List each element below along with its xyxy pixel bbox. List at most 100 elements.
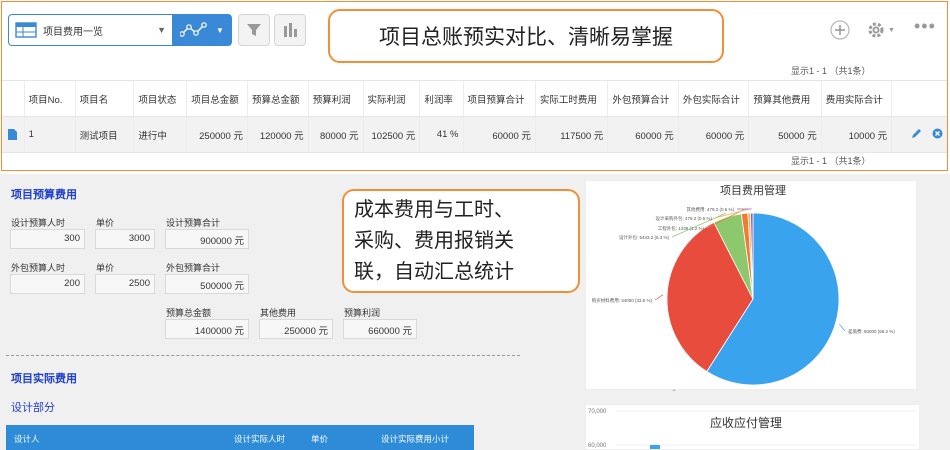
bar-chart-icon	[284, 23, 297, 37]
design-hours-field[interactable]: 300	[10, 229, 85, 249]
table-cell: 80000 元	[307, 117, 363, 152]
design-hours-label: 设计预算人时	[11, 218, 66, 228]
pencil-icon	[912, 128, 921, 138]
outsource-hours-field[interactable]: 200	[10, 274, 85, 294]
column-header[interactable]: 实际工时费用	[534, 81, 607, 116]
budget-section-title: 项目预算费用	[11, 189, 77, 201]
pie-slice-label: 购买材料费用: 34000 (33.5 %)	[592, 297, 653, 304]
outsource-total-field[interactable]: 500000 元	[165, 274, 249, 294]
column-header[interactable]: 项目总金额	[186, 81, 247, 116]
pie-slice-label: 工程外包: 1239 (1.2 %)	[658, 225, 705, 232]
column-header[interactable]: 预算利润	[307, 81, 363, 116]
header-actual-subtotal: 设计实际费用小计	[381, 434, 450, 444]
pie-label-line	[654, 294, 664, 301]
header-cell-actions	[891, 81, 947, 116]
table-cell: 60000 元	[462, 117, 535, 152]
chart-view-toggle[interactable]: ▼	[173, 15, 231, 45]
pager-bottom: 显示1 - 1 （共1条）	[791, 156, 871, 166]
design-price-field[interactable]: 3000	[95, 229, 155, 249]
more-button[interactable]: •••	[914, 16, 936, 37]
bar[interactable]	[650, 445, 660, 450]
header-designer: 设计人	[14, 434, 40, 444]
other-cost-label: 其他费用	[260, 308, 297, 318]
outsource-price-field[interactable]: 2500	[95, 274, 155, 294]
column-header[interactable]: 外包预算合计	[607, 81, 677, 116]
budget-profit-field[interactable]: 660000 元	[343, 319, 417, 339]
y-tick-label: 70,000	[588, 409, 607, 415]
table-cell: 10000 元	[820, 117, 891, 152]
header-actual-hours: 设计实际人时	[234, 434, 286, 444]
filter-icon	[247, 24, 261, 36]
callout-line-3: 联，自动汇总统计	[354, 259, 514, 283]
actual-section-title: 项目实际费用	[11, 373, 77, 385]
design-actual-table-header: 设计人 设计实际人时 单价 设计实际费用小计	[6, 425, 474, 450]
column-header[interactable]: 实际利润	[362, 81, 420, 116]
design-total-field[interactable]: 900000 元	[165, 229, 249, 249]
pie-slice-label: 其他费用: 479.2 (0.5 %)	[686, 206, 734, 213]
statistics-button[interactable]	[274, 14, 306, 46]
column-header[interactable]: 项目预算合计	[462, 81, 535, 116]
y-tick-label: 60,000	[588, 443, 607, 449]
pie-slice-label: 设计外包: 5443.2 (5.3 %)	[619, 234, 670, 241]
view-selector[interactable]: 项目费用一览 ▼ ▼	[8, 14, 232, 46]
table-cell: 41 %	[419, 117, 462, 152]
column-header[interactable]: 费用实际合计	[820, 81, 891, 116]
column-header[interactable]: 预算其他费用	[748, 81, 820, 116]
chevron-down-icon: ▼	[888, 26, 895, 34]
view-dropdown[interactable]: 项目费用一览 ▼	[9, 15, 173, 45]
table-cell: 117500 元	[534, 117, 607, 152]
project-table: 项目No. 项目名 项目状态 项目总金额 预算总金额 预算利润 实际利润 利润率 项目预算合计实…	[2, 80, 947, 153]
settings-button[interactable]: ▼	[866, 20, 895, 40]
table-row[interactable]: 1 测试项目 进行中 250000 元 120000 元 80000 元 102500 元4…	[2, 117, 947, 153]
table-cell: 102500 元	[362, 117, 420, 152]
close-circle-icon	[932, 128, 943, 138]
document-icon	[8, 129, 18, 140]
line-chart-icon	[180, 22, 207, 37]
chevron-down-icon: ▼	[216, 25, 224, 35]
header-price: 单价	[311, 434, 329, 444]
column-header[interactable]: 项目状态	[133, 81, 186, 116]
table-cell: 50000 元	[748, 117, 820, 152]
table-cell: 1	[23, 117, 75, 152]
cost-pie-chart: 项目费用管理差旅费: 60000 (59.2 %) 购买材料费用: 34000 (…	[592, 183, 895, 393]
chevron-down-icon: ▼	[157, 25, 166, 35]
more-dots-icon: •••	[914, 16, 936, 36]
budget-total-label: 预算总金额	[166, 308, 212, 318]
project-list-panel: 项目费用一览 ▼ ▼ 项目总账预实对比、清晰易掌握 ▼ ••• 显示1 - 1 …	[1, 1, 948, 171]
row-actions	[891, 117, 947, 152]
table-cell: 测试项目	[74, 117, 134, 152]
column-header[interactable]: 外包实际合计	[677, 81, 748, 116]
plus-circle-icon	[830, 20, 850, 40]
outsource-total-label: 外包预算合计	[166, 263, 221, 273]
edit-button[interactable]	[911, 128, 922, 142]
table-cell: 60000 元	[677, 117, 748, 152]
callout-line-1: 成本费用与工时、	[354, 197, 514, 221]
callout-ledger-comparison: 项目总账预实对比、清晰易掌握	[328, 9, 724, 63]
budget-profit-label: 预算利润	[344, 308, 381, 318]
table-header-row: 项目No. 项目名 项目状态 项目总金额 预算总金额 预算利润 实际利润 利润率 项目预算合计实…	[2, 81, 947, 117]
gear-icon	[868, 22, 884, 38]
column-header[interactable]: 利润率	[419, 81, 462, 116]
table-cell: 进行中	[133, 117, 186, 152]
cost-pie-panel: 项目费用管理差旅费: 60000 (59.2 %) 购买材料费用: 34000 (…	[585, 180, 917, 393]
table-cell: 120000 元	[246, 117, 308, 152]
add-button[interactable]	[830, 20, 850, 40]
column-header[interactable]: 项目名	[74, 81, 134, 116]
delete-button[interactable]	[932, 128, 943, 142]
filter-button[interactable]	[238, 14, 270, 46]
column-header[interactable]: 预算总金额	[246, 81, 308, 116]
pie-slice-label: 差旅费: 60000 (59.2 %)	[848, 328, 895, 335]
outsource-hours-label: 外包预算人时	[11, 263, 66, 273]
column-header[interactable]: 项目No.	[23, 81, 75, 116]
design-total-label: 设计预算合计	[166, 218, 221, 228]
header-cell-blank	[2, 81, 24, 116]
row-doc-icon[interactable]	[2, 117, 24, 152]
design-price-label: 单价	[96, 218, 115, 228]
pie-title: 项目费用管理	[720, 183, 786, 197]
callout-line-2: 采购、费用报销关	[354, 228, 514, 252]
other-cost-field[interactable]: 250000 元	[259, 319, 333, 339]
table-cell: 250000 元	[186, 117, 247, 152]
pager-top: 显示1 - 1 （共1条）	[791, 66, 871, 76]
section-divider	[6, 355, 520, 356]
budget-total-field[interactable]: 1400000 元	[165, 319, 249, 339]
